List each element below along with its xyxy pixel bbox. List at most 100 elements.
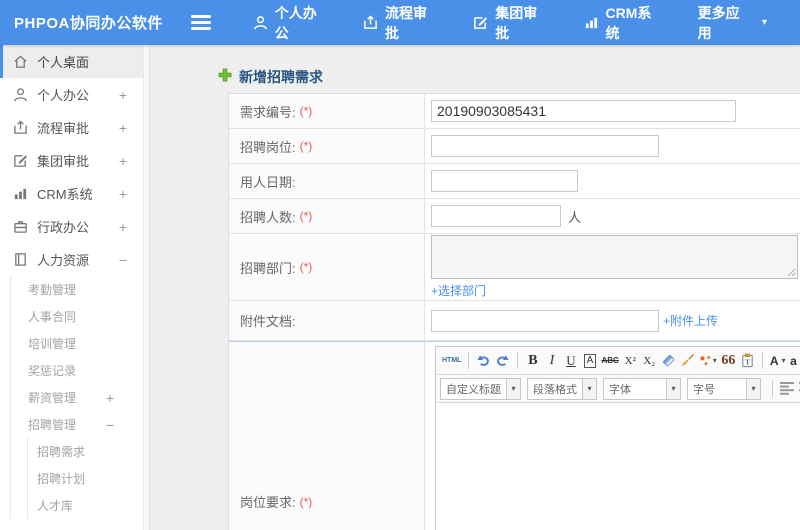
sidebar-item-admin-office[interactable]: 行政办公 +	[0, 210, 143, 243]
sidebar-item-crm[interactable]: CRM系统 +	[0, 177, 143, 210]
underline-button[interactable]: U	[561, 351, 580, 371]
editor-toolbar-row2: 自定义标题 ▾ 段落格式 ▾ 字体 ▾ 字号 ▾	[436, 375, 800, 403]
bar-chart-icon	[12, 186, 28, 202]
sidebar-item-attendance[interactable]: 考勤管理	[11, 276, 143, 303]
field-label: 招聘部门:	[240, 260, 296, 276]
recruit-submenu: 招聘需求 招聘计划 人才库	[27, 438, 143, 519]
sidebar-item-label: 个人桌面	[37, 55, 90, 70]
superscript-button[interactable]: X²	[621, 351, 640, 371]
font-color-button[interactable]: A ▾	[768, 351, 788, 371]
paragraph-format-dropdown[interactable]: 段落格式 ▾	[527, 377, 597, 400]
expand-plus-icon[interactable]: +	[106, 390, 114, 406]
sidebar-item-reward-punish[interactable]: 奖惩记录	[11, 357, 143, 384]
caret-down-icon: ▾	[761, 17, 767, 28]
field-label: 附件文档:	[240, 314, 296, 329]
strikethrough-button[interactable]: ABC	[599, 351, 620, 371]
user-icon	[12, 87, 28, 103]
share-box-icon	[12, 120, 28, 136]
paste-text-icon[interactable]: T	[738, 351, 757, 371]
share-box-icon	[363, 15, 378, 30]
sidebar-item-training[interactable]: 培训管理	[11, 330, 143, 357]
form-row-job-requirements: 岗位要求: (*) HTML B I U A ABC X² X₂ ▾ 66 T …	[229, 341, 800, 530]
html-source-button[interactable]: HTML	[440, 351, 463, 371]
demand-no-input[interactable]	[431, 100, 736, 122]
sidebar-item-personal-office[interactable]: 个人办公 +	[0, 78, 143, 111]
page-title: 新增招聘需求	[150, 45, 800, 93]
collapse-minus-icon[interactable]: −	[106, 417, 114, 433]
caret-down-icon: ▾	[666, 378, 680, 399]
background-color-button[interactable]: a ▾	[788, 351, 800, 371]
collapse-minus-icon[interactable]: −	[119, 252, 127, 268]
edit-icon	[12, 153, 28, 169]
required-mark: (*)	[299, 104, 313, 118]
blockquote-button[interactable]: 66	[719, 351, 738, 371]
form-row-attachment: 附件文档: +附件上传	[229, 301, 800, 341]
nav-workflow-approval[interactable]: 流程审批	[363, 3, 440, 43]
sidebar-item-recruit-mgmt[interactable]: 招聘管理 −	[11, 411, 143, 438]
nav-group-approval[interactable]: 集团审批	[473, 3, 550, 43]
required-mark: (*)	[299, 209, 313, 223]
department-textarea[interactable]	[431, 235, 798, 279]
redo-icon[interactable]	[493, 351, 512, 371]
auto-typeset-icon[interactable]: ▾	[697, 351, 719, 371]
position-input[interactable]	[431, 135, 659, 157]
nav-personal-office[interactable]: 个人办公	[253, 3, 330, 43]
app-logo: PHPOA协同办公软件	[14, 15, 163, 32]
expand-plus-icon[interactable]: +	[119, 120, 127, 136]
sidebar-item-personal-desktop[interactable]: 个人桌面	[0, 45, 143, 78]
field-label: 需求编号:	[240, 104, 296, 120]
border-text-button[interactable]: A	[580, 351, 599, 371]
sidebar: 个人桌面 个人办公 + 流程审批 + 集团审批 + CRM系统 + 行政办公 +…	[0, 45, 150, 530]
bar-chart-icon	[584, 15, 599, 30]
caret-down-icon: ▾	[781, 356, 786, 365]
caret-down-icon: ▾	[582, 378, 596, 399]
subscript-button[interactable]: X₂	[640, 351, 659, 371]
attachment-input[interactable]	[431, 309, 659, 332]
home-icon	[12, 54, 28, 70]
add-plus-icon	[218, 68, 232, 87]
nav-crm-system[interactable]: CRM系统	[584, 3, 665, 43]
sidebar-item-salary[interactable]: 薪资管理 +	[11, 384, 143, 411]
hr-submenu: 考勤管理 人事合同 培训管理 奖惩记录 薪资管理 + 招聘管理 − 招聘需求 招…	[10, 276, 143, 519]
hire-date-input[interactable]	[431, 170, 578, 192]
sidebar-item-label: CRM系统	[37, 187, 93, 202]
top-menu: 个人办公 流程审批 集团审批 CRM系统 更多应用 ▾	[253, 3, 800, 43]
sidebar-item-workflow-approval[interactable]: 流程审批 +	[0, 111, 143, 144]
nav-label: 个人办公	[274, 4, 317, 41]
attachment-upload-link[interactable]: +附件上传	[663, 312, 718, 329]
expand-plus-icon[interactable]: +	[119, 87, 127, 103]
font-size-dropdown[interactable]: 字号 ▾	[687, 377, 761, 400]
menu-toggle-icon[interactable]	[190, 15, 211, 30]
nav-more-apps[interactable]: 更多应用 ▾	[698, 3, 767, 43]
resize-handle-icon[interactable]	[787, 268, 796, 277]
required-mark: (*)	[299, 494, 313, 509]
sidebar-item-recruit-demand[interactable]: 招聘需求	[28, 438, 143, 465]
headcount-input[interactable]	[431, 205, 561, 227]
custom-title-dropdown[interactable]: 自定义标题 ▾	[440, 377, 521, 400]
sidebar-item-hr[interactable]: 人力资源 −	[0, 243, 143, 276]
eraser-icon[interactable]	[659, 351, 678, 371]
editor-content-area[interactable]	[436, 403, 800, 530]
expand-plus-icon[interactable]: +	[119, 219, 127, 235]
select-department-link[interactable]: +选择部门	[431, 282, 486, 299]
field-label: 岗位要求:	[240, 495, 296, 510]
sidebar-item-group-approval[interactable]: 集团审批 +	[0, 144, 143, 177]
sidebar-scrollbar[interactable]	[143, 45, 150, 530]
font-family-dropdown[interactable]: 字体 ▾	[603, 377, 681, 400]
sidebar-item-label: 人力资源	[37, 253, 90, 268]
expand-plus-icon[interactable]: +	[119, 153, 127, 169]
italic-button[interactable]: I	[542, 351, 561, 371]
required-mark: (*)	[299, 260, 313, 274]
editor-toolbar-row1: HTML B I U A ABC X² X₂ ▾ 66 T A ▾ a	[436, 347, 800, 375]
format-brush-icon[interactable]	[678, 351, 697, 371]
sidebar-item-recruit-plan[interactable]: 招聘计划	[28, 465, 143, 492]
expand-plus-icon[interactable]: +	[119, 186, 127, 202]
main-content: 新增招聘需求 需求编号: (*) 招聘岗位: (*)	[150, 45, 800, 530]
align-left-icon[interactable]	[778, 379, 797, 399]
sidebar-item-talent-pool[interactable]: 人才库	[28, 492, 143, 519]
sidebar-item-hr-contract[interactable]: 人事合同	[11, 303, 143, 330]
sidebar-item-label: 个人办公	[37, 88, 90, 103]
undo-icon[interactable]	[474, 351, 493, 371]
bold-button[interactable]: B	[523, 351, 542, 371]
field-label: 招聘人数:	[240, 209, 296, 225]
